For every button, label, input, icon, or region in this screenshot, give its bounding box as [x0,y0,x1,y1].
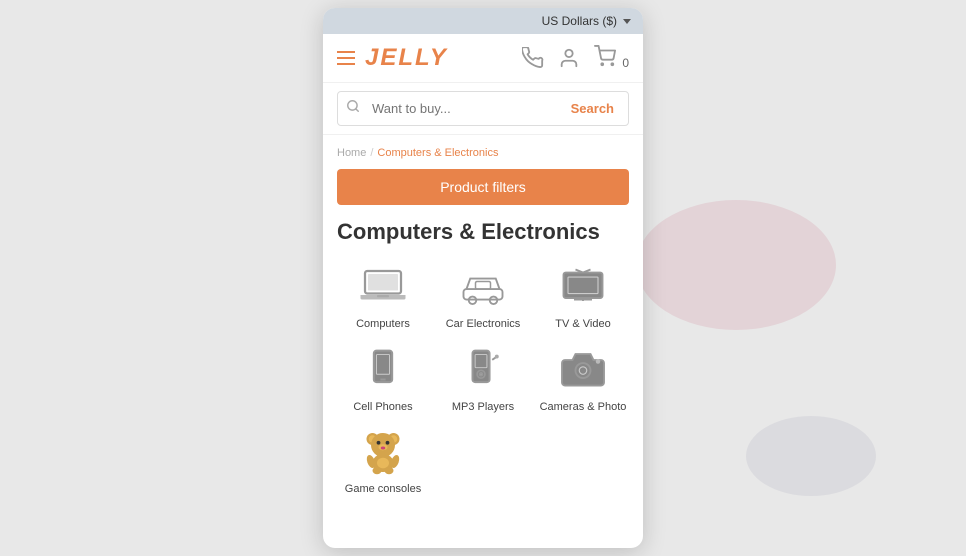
search-bar: Search [323,83,643,135]
phone-frame: US Dollars ($) JELLY [323,8,643,548]
cart-count: 0 [622,56,629,70]
mp3-players-icon-wrap [455,344,511,394]
user-icon[interactable] [558,47,580,69]
logo[interactable]: JELLY [365,44,448,72]
game-consoles-icon-wrap [355,426,411,476]
category-item-cameras[interactable]: Cameras & Photo [537,344,629,414]
hamburger-line [337,51,355,53]
mp3-players-label: MP3 Players [452,400,514,414]
category-item-computers[interactable]: Computers [337,261,429,331]
header-left: JELLY [337,44,448,72]
breadcrumb-current: Computers & Electronics [377,147,498,159]
header: JELLY 0 [323,34,643,83]
currency-label: US Dollars ($) [542,14,617,28]
tv-icon [559,265,607,307]
car-icon [459,265,507,307]
car-electronics-icon-wrap [455,261,511,311]
computers-icon-wrap [355,261,411,311]
search-button[interactable]: Search [557,94,628,123]
breadcrumb: Home / Computers & Electronics [337,147,629,159]
teddy-bear-icon [359,427,407,475]
hamburger-line [337,57,355,59]
cameras-icon-wrap [555,344,611,394]
tv-video-label: TV & Video [555,317,610,331]
category-item-mp3-players[interactable]: MP3 Players [437,344,529,414]
search-icon-wrap [338,92,368,125]
search-inner: Search [337,91,629,126]
breadcrumb-separator: / [370,147,373,159]
laptop-icon [359,265,407,307]
game-consoles-label: Game consoles [345,482,421,496]
hamburger-menu-button[interactable] [337,51,355,65]
cart-icon [594,45,616,67]
cart-wrapper[interactable]: 0 [594,45,629,72]
category-item-car-electronics[interactable]: Car Electronics [437,261,529,331]
header-icons: 0 [522,45,629,72]
tv-video-icon-wrap [555,261,611,311]
category-grid: Computers Car Electronics [337,261,629,496]
background-blob-1 [636,200,836,330]
currency-selector[interactable]: US Dollars ($) [542,14,631,28]
chevron-down-icon [623,19,631,24]
car-electronics-label: Car Electronics [446,317,521,331]
hamburger-line [337,63,355,65]
breadcrumb-home[interactable]: Home [337,147,366,159]
search-icon [346,99,360,113]
mp3-icon [459,348,507,390]
content-area: Home / Computers & Electronics Product f… [323,135,643,548]
camera-icon [559,348,607,390]
product-filters-button[interactable]: Product filters [337,169,629,205]
category-item-cell-phones[interactable]: Cell Phones [337,344,429,414]
cell-phones-icon-wrap [355,344,411,394]
computers-label: Computers [356,317,410,331]
top-bar: US Dollars ($) [323,8,643,34]
category-item-game-consoles[interactable]: Game consoles [337,426,429,496]
search-input[interactable] [368,94,557,123]
cellphone-icon [359,348,407,390]
category-item-tv-video[interactable]: TV & Video [537,261,629,331]
cell-phones-label: Cell Phones [353,400,412,414]
page-title: Computers & Electronics [337,219,629,245]
cameras-label: Cameras & Photo [540,400,627,414]
background-blob-2 [746,416,876,496]
phone-icon[interactable] [522,47,544,69]
